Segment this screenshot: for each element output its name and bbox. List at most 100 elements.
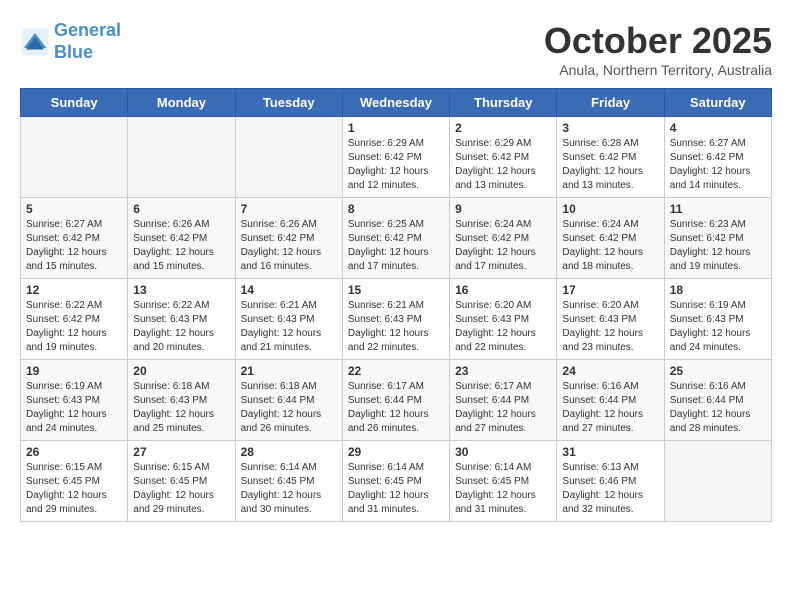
day-info: Sunrise: 6:18 AM Sunset: 6:43 PM Dayligh… bbox=[133, 380, 229, 436]
day-number: 7 bbox=[241, 202, 337, 216]
calendar-cell: 18Sunrise: 6:19 AM Sunset: 6:43 PM Dayli… bbox=[664, 279, 771, 360]
calendar-cell: 19 Sunrise: 6:19 AM Sunset: 6:43 PM Dayli… bbox=[21, 360, 128, 441]
calendar-cell bbox=[128, 117, 235, 198]
day-info: Sunrise: 6:21 AM Sunset: 6:43 PM Dayligh… bbox=[348, 299, 444, 355]
day-info: Sunrise: 6:27 AM Sunset: 6:42 PM Dayligh… bbox=[670, 137, 766, 193]
day-number: 13 bbox=[133, 283, 229, 297]
day-number: 21 bbox=[241, 364, 337, 378]
day-info: Sunrise: 6:26 AM Sunset: 6:42 PM Dayligh… bbox=[133, 218, 229, 274]
calendar-week-1: 1 Sunrise: 6:29 AM Sunset: 6:42 PM Daylig… bbox=[21, 117, 772, 198]
day-number: 4 bbox=[670, 121, 766, 135]
day-info: Sunrise: 6:28 AM Sunset: 6:42 PM Dayligh… bbox=[562, 137, 658, 193]
day-number: 19 bbox=[26, 364, 122, 378]
calendar-cell: 21 Sunrise: 6:18 AM Sunset: 6:44 PM Dayli… bbox=[235, 360, 342, 441]
day-number: 20 bbox=[133, 364, 229, 378]
calendar-cell: 4 Sunrise: 6:27 AM Sunset: 6:42 PM Daylig… bbox=[664, 117, 771, 198]
day-info: Sunrise: 6:26 AM Sunset: 6:42 PM Dayligh… bbox=[241, 218, 337, 274]
day-number: 23 bbox=[455, 364, 551, 378]
weekday-header-monday: Monday bbox=[128, 89, 235, 117]
weekday-header-row: SundayMondayTuesdayWednesdayThursdayFrid… bbox=[21, 89, 772, 117]
calendar-cell: 12 Sunrise: 6:22 AM Sunset: 6:42 PM Dayli… bbox=[21, 279, 128, 360]
day-info: Sunrise: 6:15 AM Sunset: 6:45 PM Dayligh… bbox=[26, 461, 122, 517]
weekday-header-friday: Friday bbox=[557, 89, 664, 117]
calendar-cell: 3 Sunrise: 6:28 AM Sunset: 6:42 PM Daylig… bbox=[557, 117, 664, 198]
logo: General Blue bbox=[20, 20, 121, 63]
day-info: Sunrise: 6:20 AM Sunset: 6:43 PM Dayligh… bbox=[455, 299, 551, 355]
calendar-cell: 22Sunrise: 6:17 AM Sunset: 6:44 PM Dayli… bbox=[342, 360, 449, 441]
day-info: Sunrise: 6:13 AM Sunset: 6:46 PM Dayligh… bbox=[562, 461, 658, 517]
day-number: 12 bbox=[26, 283, 122, 297]
calendar-table: SundayMondayTuesdayWednesdayThursdayFrid… bbox=[20, 88, 772, 522]
calendar-cell: 20 Sunrise: 6:18 AM Sunset: 6:43 PM Dayli… bbox=[128, 360, 235, 441]
day-info: Sunrise: 6:24 AM Sunset: 6:42 PM Dayligh… bbox=[455, 218, 551, 274]
calendar-cell: 14 Sunrise: 6:21 AM Sunset: 6:43 PM Dayli… bbox=[235, 279, 342, 360]
day-number: 11 bbox=[670, 202, 766, 216]
calendar-cell: 27 Sunrise: 6:15 AM Sunset: 6:45 PM Dayli… bbox=[128, 441, 235, 522]
calendar-cell: 24Sunrise: 6:16 AM Sunset: 6:44 PM Dayli… bbox=[557, 360, 664, 441]
day-number: 9 bbox=[455, 202, 551, 216]
calendar-week-4: 19 Sunrise: 6:19 AM Sunset: 6:43 PM Dayli… bbox=[21, 360, 772, 441]
day-number: 3 bbox=[562, 121, 658, 135]
logo-general: General bbox=[54, 20, 121, 40]
day-number: 6 bbox=[133, 202, 229, 216]
calendar-cell: 5Sunrise: 6:27 AM Sunset: 6:42 PM Daylig… bbox=[21, 198, 128, 279]
day-number: 27 bbox=[133, 445, 229, 459]
calendar-cell bbox=[664, 441, 771, 522]
calendar-cell: 25 Sunrise: 6:16 AM Sunset: 6:44 PM Dayli… bbox=[664, 360, 771, 441]
calendar-cell: 23 Sunrise: 6:17 AM Sunset: 6:44 PM Dayli… bbox=[450, 360, 557, 441]
calendar-cell: 16 Sunrise: 6:20 AM Sunset: 6:43 PM Dayli… bbox=[450, 279, 557, 360]
weekday-header-wednesday: Wednesday bbox=[342, 89, 449, 117]
day-number: 10 bbox=[562, 202, 658, 216]
day-info: Sunrise: 6:29 AM Sunset: 6:42 PM Dayligh… bbox=[348, 137, 444, 193]
month-title: October 2025 bbox=[544, 20, 772, 62]
day-number: 17 bbox=[562, 283, 658, 297]
day-number: 30 bbox=[455, 445, 551, 459]
day-info: Sunrise: 6:16 AM Sunset: 6:44 PM Dayligh… bbox=[670, 380, 766, 436]
calendar-cell: 10Sunrise: 6:24 AM Sunset: 6:42 PM Dayli… bbox=[557, 198, 664, 279]
day-info: Sunrise: 6:16 AM Sunset: 6:44 PM Dayligh… bbox=[562, 380, 658, 436]
weekday-header-tuesday: Tuesday bbox=[235, 89, 342, 117]
calendar-cell bbox=[21, 117, 128, 198]
logo-blue: Blue bbox=[54, 42, 93, 62]
calendar-cell: 15Sunrise: 6:21 AM Sunset: 6:43 PM Dayli… bbox=[342, 279, 449, 360]
day-number: 25 bbox=[670, 364, 766, 378]
day-info: Sunrise: 6:14 AM Sunset: 6:45 PM Dayligh… bbox=[241, 461, 337, 517]
day-info: Sunrise: 6:17 AM Sunset: 6:44 PM Dayligh… bbox=[455, 380, 551, 436]
day-info: Sunrise: 6:22 AM Sunset: 6:42 PM Dayligh… bbox=[26, 299, 122, 355]
calendar-week-3: 12 Sunrise: 6:22 AM Sunset: 6:42 PM Dayli… bbox=[21, 279, 772, 360]
day-info: Sunrise: 6:19 AM Sunset: 6:43 PM Dayligh… bbox=[670, 299, 766, 355]
calendar-cell: 13Sunrise: 6:22 AM Sunset: 6:43 PM Dayli… bbox=[128, 279, 235, 360]
calendar-cell: 11Sunrise: 6:23 AM Sunset: 6:42 PM Dayli… bbox=[664, 198, 771, 279]
calendar-cell: 9 Sunrise: 6:24 AM Sunset: 6:42 PM Daylig… bbox=[450, 198, 557, 279]
day-number: 28 bbox=[241, 445, 337, 459]
day-info: Sunrise: 6:29 AM Sunset: 6:42 PM Dayligh… bbox=[455, 137, 551, 193]
day-number: 29 bbox=[348, 445, 444, 459]
weekday-header-saturday: Saturday bbox=[664, 89, 771, 117]
day-number: 8 bbox=[348, 202, 444, 216]
day-number: 1 bbox=[348, 121, 444, 135]
day-number: 2 bbox=[455, 121, 551, 135]
calendar-cell: 2 Sunrise: 6:29 AM Sunset: 6:42 PM Daylig… bbox=[450, 117, 557, 198]
day-number: 16 bbox=[455, 283, 551, 297]
calendar-cell: 17Sunrise: 6:20 AM Sunset: 6:43 PM Dayli… bbox=[557, 279, 664, 360]
day-info: Sunrise: 6:19 AM Sunset: 6:43 PM Dayligh… bbox=[26, 380, 122, 436]
day-info: Sunrise: 6:21 AM Sunset: 6:43 PM Dayligh… bbox=[241, 299, 337, 355]
day-info: Sunrise: 6:18 AM Sunset: 6:44 PM Dayligh… bbox=[241, 380, 337, 436]
calendar-cell: 31 Sunrise: 6:13 AM Sunset: 6:46 PM Dayli… bbox=[557, 441, 664, 522]
calendar-cell: 1 Sunrise: 6:29 AM Sunset: 6:42 PM Daylig… bbox=[342, 117, 449, 198]
day-info: Sunrise: 6:14 AM Sunset: 6:45 PM Dayligh… bbox=[348, 461, 444, 517]
page-header: General Blue October 2025 Anula, Norther… bbox=[20, 20, 772, 78]
calendar-cell: 26 Sunrise: 6:15 AM Sunset: 6:45 PM Dayli… bbox=[21, 441, 128, 522]
day-number: 26 bbox=[26, 445, 122, 459]
weekday-header-sunday: Sunday bbox=[21, 89, 128, 117]
day-info: Sunrise: 6:14 AM Sunset: 6:45 PM Dayligh… bbox=[455, 461, 551, 517]
day-info: Sunrise: 6:15 AM Sunset: 6:45 PM Dayligh… bbox=[133, 461, 229, 517]
calendar-cell: 6 Sunrise: 6:26 AM Sunset: 6:42 PM Daylig… bbox=[128, 198, 235, 279]
day-number: 14 bbox=[241, 283, 337, 297]
day-number: 31 bbox=[562, 445, 658, 459]
calendar-cell: 7 Sunrise: 6:26 AM Sunset: 6:42 PM Daylig… bbox=[235, 198, 342, 279]
calendar-cell: 29 Sunrise: 6:14 AM Sunset: 6:45 PM Dayli… bbox=[342, 441, 449, 522]
day-info: Sunrise: 6:17 AM Sunset: 6:44 PM Dayligh… bbox=[348, 380, 444, 436]
logo-icon bbox=[20, 27, 50, 57]
day-info: Sunrise: 6:25 AM Sunset: 6:42 PM Dayligh… bbox=[348, 218, 444, 274]
